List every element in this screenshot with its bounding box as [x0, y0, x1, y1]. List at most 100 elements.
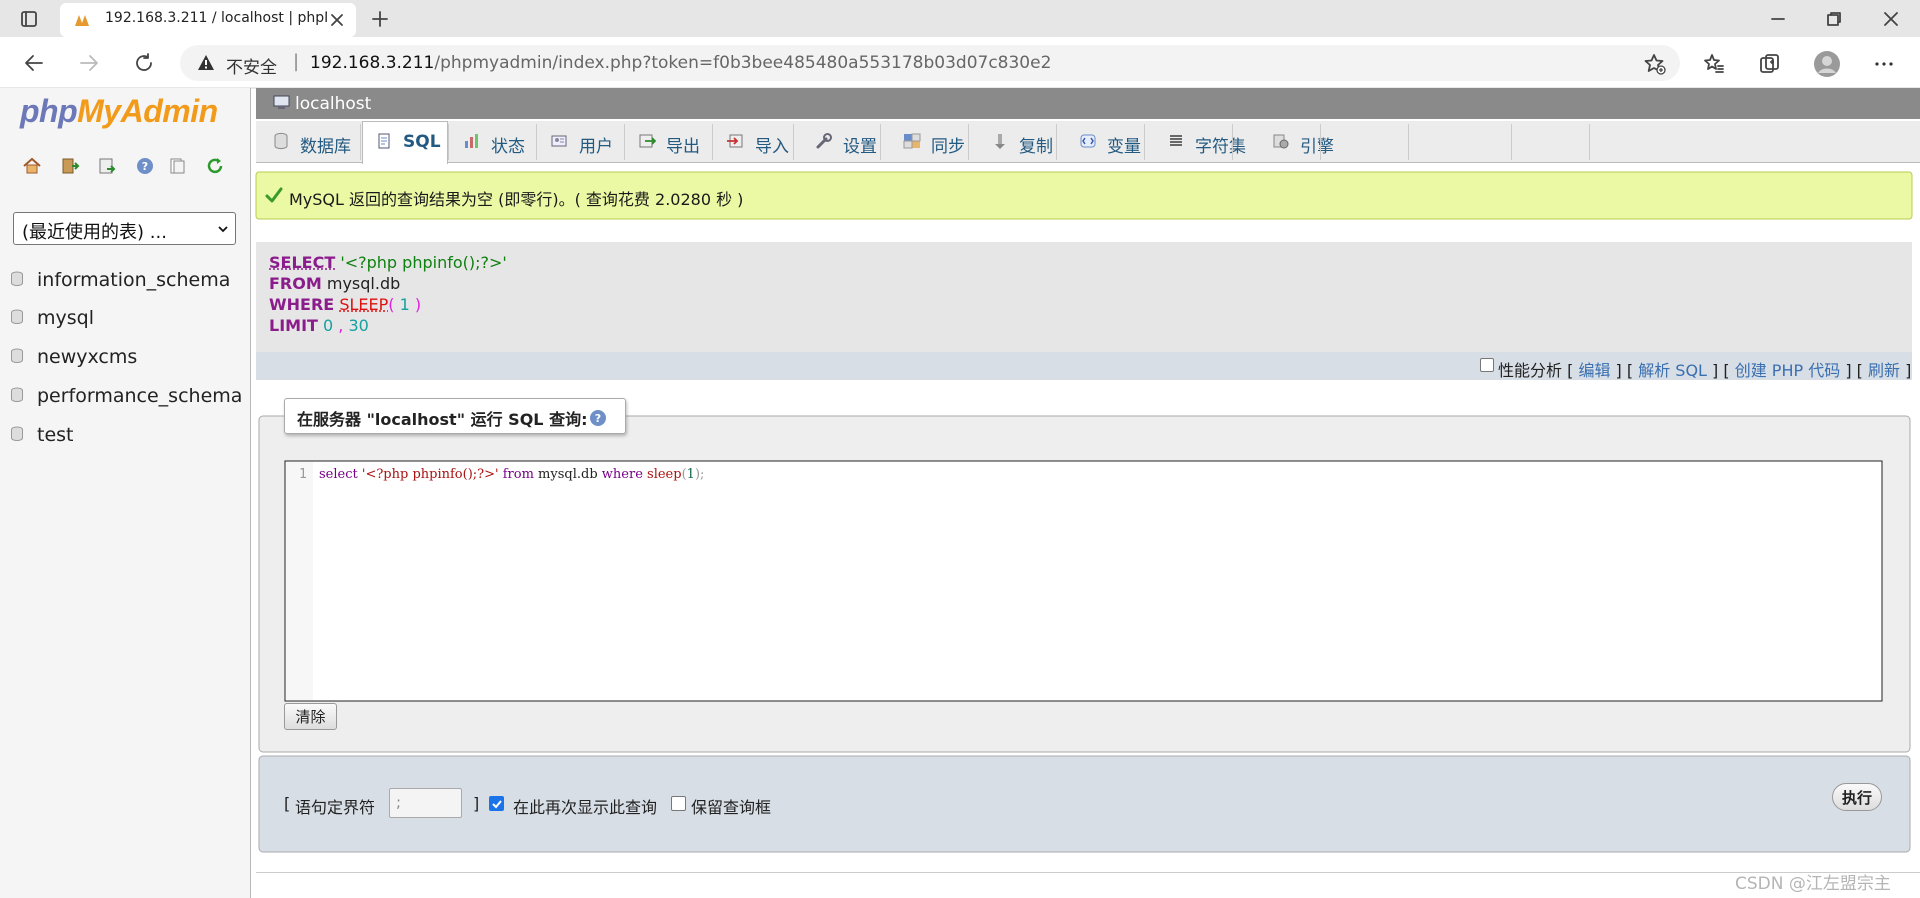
more-options-icon[interactable] [1873, 53, 1895, 75]
sql-display: SELECT '<?php phpinfo();?>' FROM mysql.d… [269, 252, 507, 336]
sidebar-db-test[interactable]: test [37, 424, 74, 446]
tab-settings[interactable]: 设置 [843, 132, 877, 157]
back-icon[interactable] [23, 52, 45, 74]
sql-paren: ) [409, 295, 422, 314]
tab-import[interactable]: 导入 [755, 132, 789, 157]
reload-icon[interactable] [133, 52, 155, 74]
sql-string: '<?php phpinfo();?>' [340, 253, 507, 272]
restore-icon[interactable] [1825, 10, 1843, 28]
sql-table: mysql.db [326, 274, 401, 293]
warning-icon[interactable] [197, 54, 215, 72]
sql-number: 0 [323, 316, 334, 335]
retain-box-checkbox[interactable] [671, 796, 686, 811]
delimiter-open-bracket: [ [284, 794, 291, 813]
chevron-down-icon [218, 226, 228, 233]
export-icon [639, 134, 656, 148]
clear-button-label: 清除 [295, 708, 326, 726]
create-php-link[interactable]: 创建 PHP 代码 [1735, 361, 1841, 380]
sidebar-db-information-schema[interactable]: information_schema [37, 269, 230, 291]
tab-databases[interactable]: 数据库 [300, 132, 351, 157]
refresh-link[interactable]: 刷新 [1868, 361, 1900, 380]
tab-actions-icon[interactable] [20, 10, 38, 28]
explain-sql-link[interactable]: 解析 SQL [1638, 361, 1707, 380]
engine-icon [1273, 134, 1289, 149]
clear-button[interactable]: 清除 [284, 703, 337, 730]
sql-keyword: LIMIT [269, 316, 318, 335]
home-icon[interactable] [22, 156, 42, 176]
code-function: sleep [642, 467, 682, 482]
tab-status[interactable]: 状态 [491, 132, 525, 157]
tab-users[interactable]: 用户 [579, 132, 613, 157]
show-again-label[interactable]: 在此再次显示此查询 [513, 794, 657, 818]
replication-icon [995, 134, 1005, 149]
sql-number: 30 [348, 316, 369, 335]
collections-icon[interactable] [1759, 53, 1781, 75]
database-icon [11, 387, 23, 402]
recent-tables-value: (最近使用的表) ... [22, 222, 167, 243]
sidebar-db-performance-schema[interactable]: performance_schema [37, 385, 242, 407]
profiling-label[interactable]: 性能分析 [1498, 361, 1562, 380]
tab-variables[interactable]: 变量 [1107, 132, 1141, 157]
users-icon [551, 135, 567, 147]
tab-sql[interactable]: SQL [403, 132, 441, 152]
tab-sync[interactable]: 同步 [931, 132, 965, 157]
database-icon [11, 309, 23, 324]
sql-icon [378, 133, 390, 149]
documentation-icon[interactable] [168, 157, 186, 175]
sidebar-db-mysql[interactable]: mysql [37, 307, 94, 329]
query-window-icon[interactable] [98, 157, 116, 175]
code-string: '<?php phpinfo();?>' [357, 467, 503, 482]
help-icon[interactable]: ? [136, 157, 154, 175]
query-legend: 在服务器 "localhost" 运行 SQL 查询: ? [284, 398, 626, 434]
breadcrumb-server[interactable]: localhost [295, 94, 371, 114]
watermark: CSDN @江左盟宗主 [1735, 874, 1891, 894]
code-table: mysql.db [533, 467, 602, 482]
security-label[interactable]: 不安全 [226, 53, 277, 78]
sql-paren: ( [388, 295, 400, 314]
import-icon [727, 134, 743, 148]
svg-text:?: ? [595, 412, 601, 425]
edit-link[interactable]: 编辑 [1578, 361, 1610, 380]
sidebar-db-newyxcms[interactable]: newyxcms [37, 346, 137, 368]
page: 192.168.3.211 / localhost | phpM 不安全 | 1… [0, 0, 1920, 898]
database-icon [11, 426, 23, 441]
reload-navigation-icon[interactable] [206, 157, 224, 175]
editor-code: select '<?php phpinfo();?>' from mysql.d… [319, 467, 704, 482]
status-icon [465, 134, 478, 148]
sql-line-select: SELECT '<?php phpinfo();?>' [269, 252, 507, 273]
favorites-icon[interactable] [1703, 53, 1725, 75]
sql-editor[interactable] [286, 462, 1881, 700]
sql-separator: , [333, 316, 349, 335]
delimiter-input[interactable]: ; [389, 788, 462, 818]
url-field[interactable]: 192.168.3.211/phpmyadmin/index.php?token… [310, 53, 1051, 73]
svg-text:?: ? [142, 160, 148, 173]
tab-export[interactable]: 导出 [666, 132, 700, 157]
profiling-checkbox[interactable] [1480, 358, 1494, 372]
add-favorite-icon[interactable] [1644, 53, 1666, 75]
forward-icon[interactable] [78, 52, 100, 74]
logout-icon[interactable] [60, 156, 80, 176]
close-tab-icon[interactable] [329, 12, 345, 28]
tab-engines[interactable]: 引擎 [1300, 132, 1334, 157]
new-tab-icon[interactable] [371, 10, 389, 28]
pma-favicon-icon [75, 15, 89, 26]
sql-keyword: WHERE [269, 295, 335, 314]
help-icon[interactable]: ? [589, 409, 607, 427]
tab-charset[interactable]: 字符集 [1195, 132, 1246, 157]
recent-tables-select[interactable]: (最近使用的表) ... [13, 212, 236, 245]
sql-function[interactable]: SLEEP [339, 295, 388, 314]
go-button[interactable]: 执行 [1832, 783, 1882, 811]
retain-box-label[interactable]: 保留查询框 [691, 794, 771, 818]
minimize-icon[interactable] [1769, 10, 1787, 28]
sql-keyword[interactable]: SELECT [269, 253, 335, 272]
pma-logo[interactable]: phpMyAdmin [20, 93, 218, 130]
code-number: 1 [686, 467, 695, 482]
settings-icon [816, 133, 832, 149]
charset-icon [1170, 135, 1182, 146]
sql-line-limit: LIMIT 0 , 30 [269, 315, 507, 336]
profile-avatar-icon[interactable] [1813, 50, 1841, 78]
code-keyword: where [601, 467, 643, 482]
tab-replication[interactable]: 复制 [1019, 132, 1053, 157]
database-icon [274, 132, 288, 150]
close-window-icon[interactable] [1882, 10, 1900, 28]
